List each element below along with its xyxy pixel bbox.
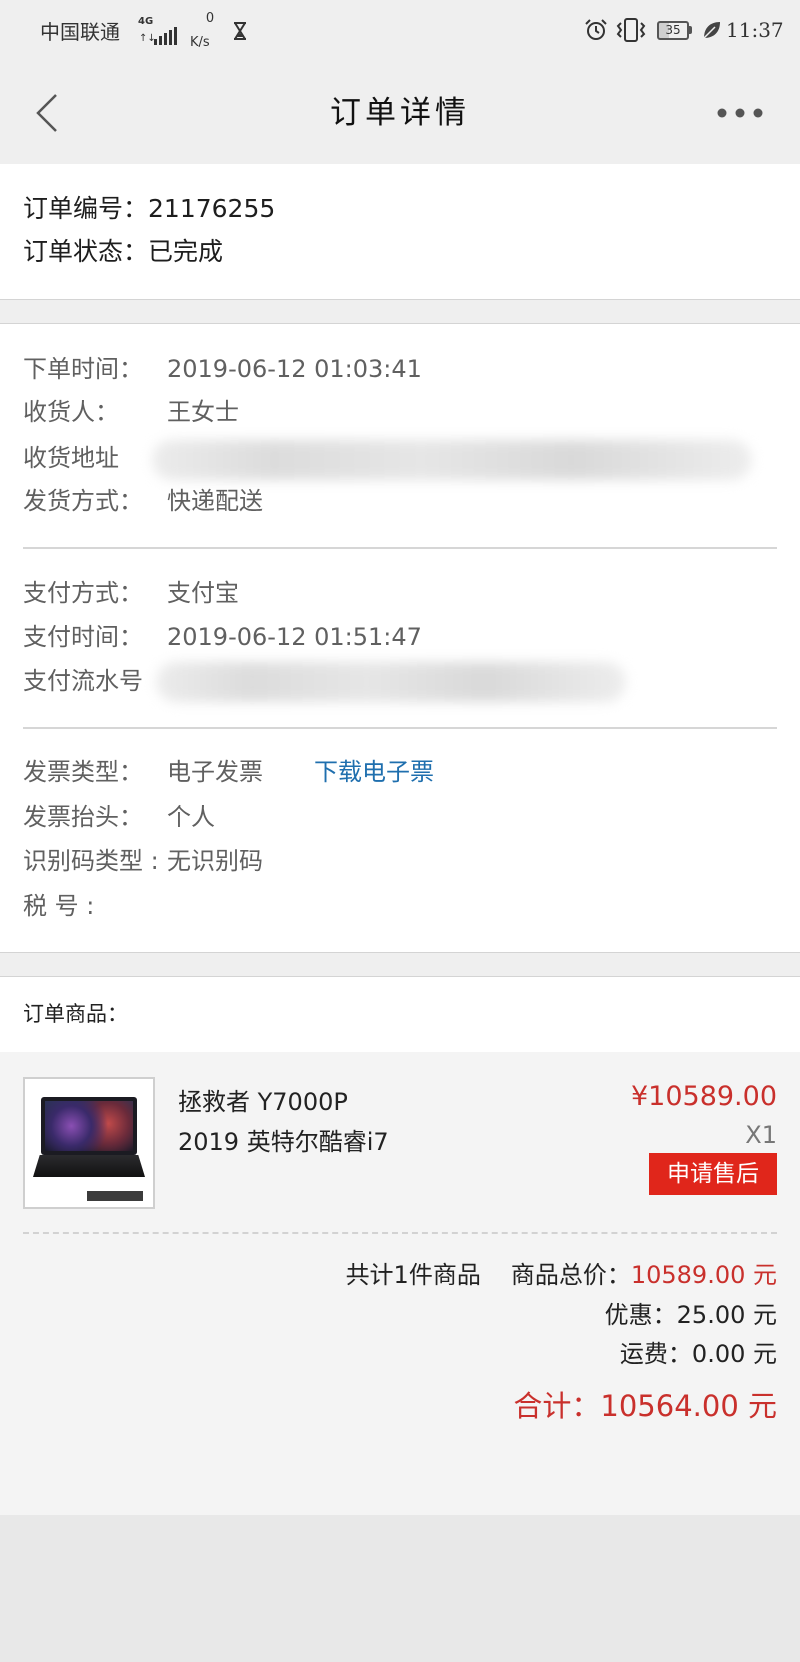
invoice-title-label: 发票抬头： [23,803,143,831]
payment-time-value: 2019-06-12 01:51:47 [167,623,422,651]
payment-method-value: 支付宝 [167,579,239,607]
page-title: 订单详情 [330,95,470,131]
carrier-name: 中国联通 [40,20,120,44]
id-type-label: 识别码类型 : [23,847,159,875]
order-time-label: 下单时间： [23,355,143,383]
laptop-screen [41,1097,137,1155]
order-status-row: 订单状态：已完成 [23,235,223,269]
vibrate-icon [616,18,646,42]
grand-total-value: 10564.00 元 [600,1389,777,1423]
signal-icon: 4G ↑↓ [138,15,180,45]
total-label: 商品总价： [510,1261,631,1289]
divider [23,547,777,549]
laptop-wallpaper [45,1101,133,1151]
item-count: 共计1件商品 [345,1261,481,1289]
discount-value: 25.00 元 [676,1301,777,1329]
shipping-fee-value: 0.00 元 [691,1340,777,1368]
total-value: 10589.00 元 [630,1261,777,1289]
address-label: 收货地址 [23,444,119,472]
summary-grand-total-row: 合计：10564.00 元 [513,1386,777,1426]
hourglass-icon [234,22,246,40]
product-name-line1[interactable]: 拯救者 Y7000P [178,1085,348,1119]
tax-number-label: 税 号 : [23,892,95,920]
download-invoice-link[interactable]: 下载电子票 [314,755,434,789]
summary-shipping-row: 运费：0.00 元 [620,1337,777,1371]
leaf-icon [703,22,720,39]
speed-value: 0 [205,11,215,26]
order-number: 21176255 [148,194,276,223]
laptop-keyboard [33,1155,145,1177]
receiver-label: 收货人： [23,398,119,426]
more-dots-icon[interactable] [716,106,764,120]
invoice-type-label: 发票类型： [23,758,143,786]
delivery-label: 发货方式： [23,487,143,515]
product-quantity: X1 [745,1121,777,1149]
order-number-row: 订单编号：21176255 [23,192,275,226]
battery-level: 35 [665,23,681,37]
summary-total-row: 共计1件商品 商品总价：10589.00 元 [346,1258,777,1292]
payment-serial-label: 支付流水号 [23,667,143,695]
order-status-label: 订单状态： [23,237,149,266]
order-number-label: 订单编号： [23,194,149,223]
delivery-value: 快递配送 [167,487,263,515]
payment-method-label: 支付方式： [23,579,143,607]
aftersale-button[interactable]: 申请售后 [649,1153,777,1195]
speed-unit: K/s [190,35,210,50]
divider [23,727,777,729]
clock: 11:37 [726,18,784,42]
separator-line [0,299,800,300]
payment-time-label: 支付时间： [23,623,143,651]
bottom-area [0,1515,800,1662]
summary-discount-row: 优惠：25.00 元 [605,1298,777,1332]
battery-icon: 35 [657,21,689,40]
product-thumbnail[interactable] [23,1077,155,1209]
shipping-fee-label: 运费： [619,1340,692,1368]
order-time-value: 2019-06-12 01:03:41 [167,355,422,383]
invoice-type-value: 电子发票 [167,758,263,786]
battery-cap [689,26,692,34]
alarm-icon [585,19,607,40]
order-detail-screen: 中国联通 4G ↑↓ 0 K/s 35 11:37 订单详情 订单编号：2117… [0,0,800,1662]
separator-line [0,952,800,953]
dashed-divider [23,1232,777,1234]
grand-total-label: 合计： [513,1389,601,1423]
receiver-value: 王女士 [167,398,239,426]
discount-label: 优惠： [604,1301,677,1329]
invoice-title-value: 个人 [167,803,215,831]
order-summary-section [0,164,800,299]
svg-text:↑↓: ↑↓ [139,33,156,44]
product-price: ¥10589.00 [630,1081,777,1112]
goods-section-label: 订单商品： [23,1002,128,1026]
address-redacted-blur [152,440,752,480]
product-name-line2[interactable]: 2019 英特尔酷睿i7 [178,1125,389,1159]
order-status: 已完成 [148,237,224,266]
product-badge [87,1191,143,1201]
payment-serial-redacted-blur [156,662,626,702]
id-type-value: 无识别码 [167,847,263,875]
